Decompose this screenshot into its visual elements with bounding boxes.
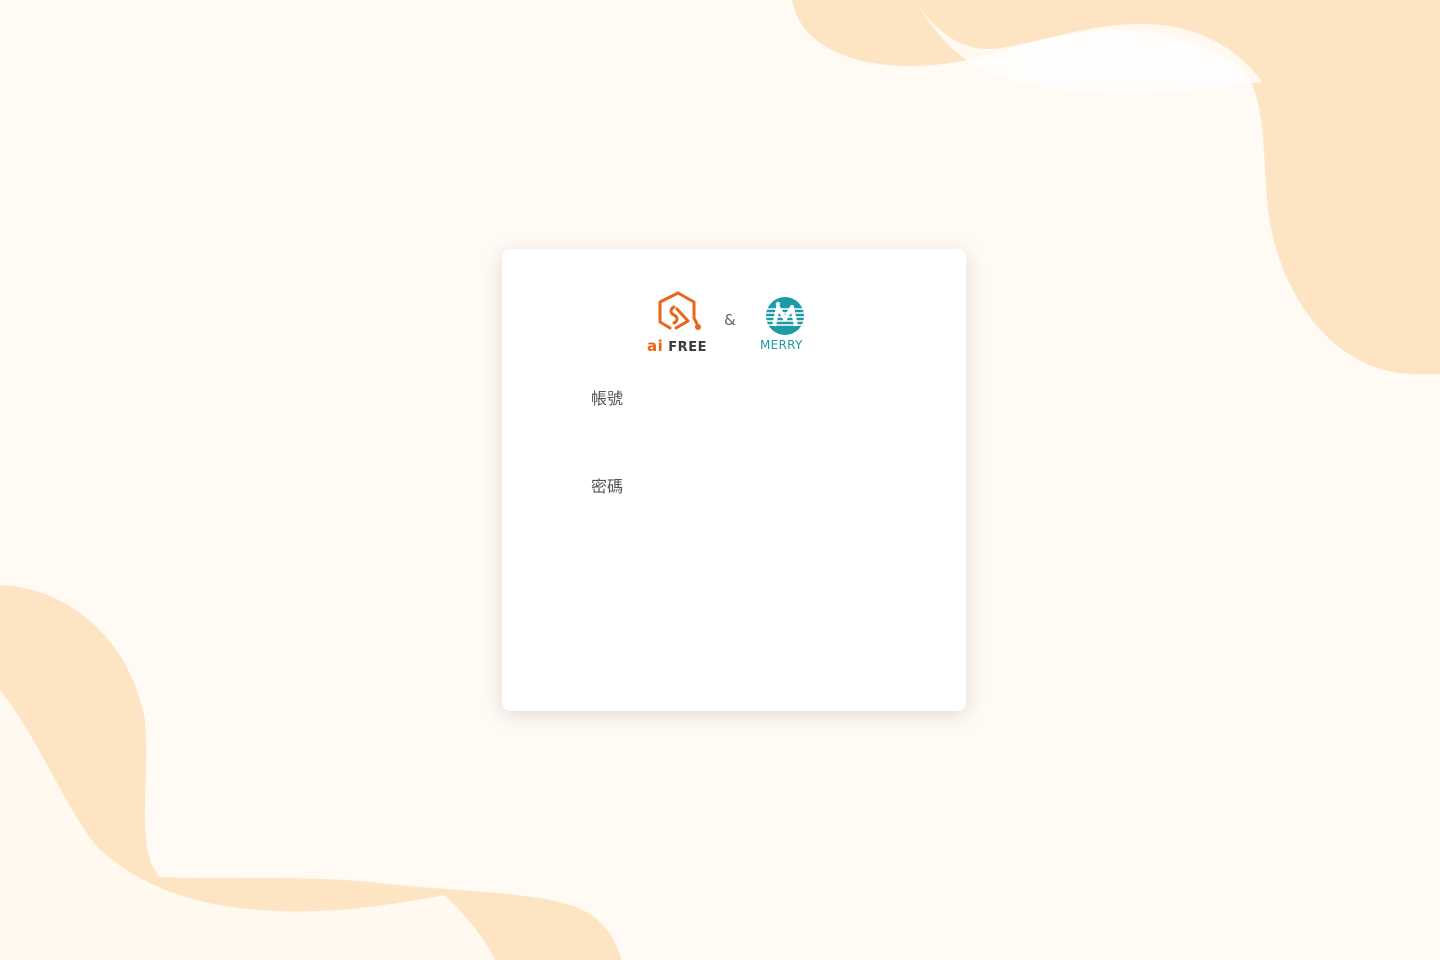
merry-logo: MERRY [757,294,813,356]
logo-separator: & [724,311,736,329]
aifree-logo: ai FREE [647,289,707,355]
password-input[interactable] [591,497,877,531]
account-label: 帳號 [591,389,624,408]
account-input[interactable] [591,409,877,443]
aifree-logo-text: ai FREE [647,337,707,355]
logo-row: ai FREE & MERRY [502,289,966,359]
aifree-logo-prefix: ai [647,337,664,355]
login-card: ai FREE & MERRY 帳號 密碼 [502,249,966,711]
aifree-logo-name: FREE [668,340,707,355]
merry-circle-icon [766,297,804,335]
aifree-hexagon-icon [658,291,701,330]
password-label: 密碼 [591,477,624,496]
merry-logo-text: MERRY [760,338,803,352]
